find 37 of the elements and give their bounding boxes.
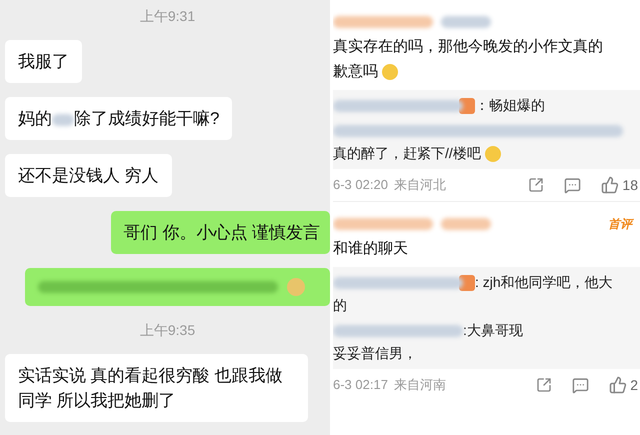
sent-message: 哥们 你。小心点 谨慎发言: [110, 211, 330, 254]
comment-icon[interactable]: [564, 176, 582, 194]
blurred-text-drawing: [441, 218, 491, 230]
received-message: 妈的 除了成绩好能干嘛?: [5, 97, 232, 140]
reply-text: 妥妥普信男，: [333, 344, 417, 363]
user-badge-icon: [459, 274, 475, 290]
comment-text: 和谁的聊天: [333, 239, 408, 259]
like-icon[interactable]: [601, 176, 620, 194]
emoji-icon: [484, 146, 501, 162]
user-badge-icon: [459, 98, 475, 114]
received-message: 我服了: [5, 40, 82, 83]
first-comment-label: 首评: [608, 216, 632, 233]
received-message: 还不是没钱人 穷人: [5, 154, 172, 197]
comment-text: 真实存在的吗，那他今晚发的小作文真的: [333, 37, 603, 57]
received-message: 实话实说 真的看起很穷酸 也跟我做同学 所以我把她删了: [5, 354, 308, 422]
comment-time: 6-3 02:17: [333, 376, 388, 394]
like-count: 2: [630, 376, 638, 394]
like-icon[interactable]: [609, 376, 628, 394]
comment-location: 来自河南: [394, 376, 446, 394]
reply-text: : zjh和他同学吧，他大: [475, 273, 613, 292]
like-count: 18: [622, 176, 638, 194]
emoji-icon: [382, 64, 398, 80]
share-icon[interactable]: [528, 177, 544, 193]
reply-text: 真的醉了，赶紧下//楼吧: [333, 144, 481, 163]
message-time: 上午9:31: [140, 7, 196, 26]
message-time: 上午9:35: [140, 321, 196, 340]
comment-text: 歉意吗: [333, 62, 378, 82]
reply-text: 的: [333, 296, 347, 315]
emoji-icon: [286, 277, 306, 297]
reply-text: ：畅姐爆的: [475, 96, 545, 115]
blurred-text-drawing: [441, 16, 491, 28]
comment-icon[interactable]: [572, 376, 590, 394]
reply-text: :大鼻哥现: [463, 321, 523, 340]
blurred-text-drawing: [52, 114, 74, 126]
comment-location: 来自河北: [394, 176, 446, 194]
share-icon[interactable]: [536, 377, 552, 393]
comment-time: 6-3 02:20: [333, 176, 388, 194]
